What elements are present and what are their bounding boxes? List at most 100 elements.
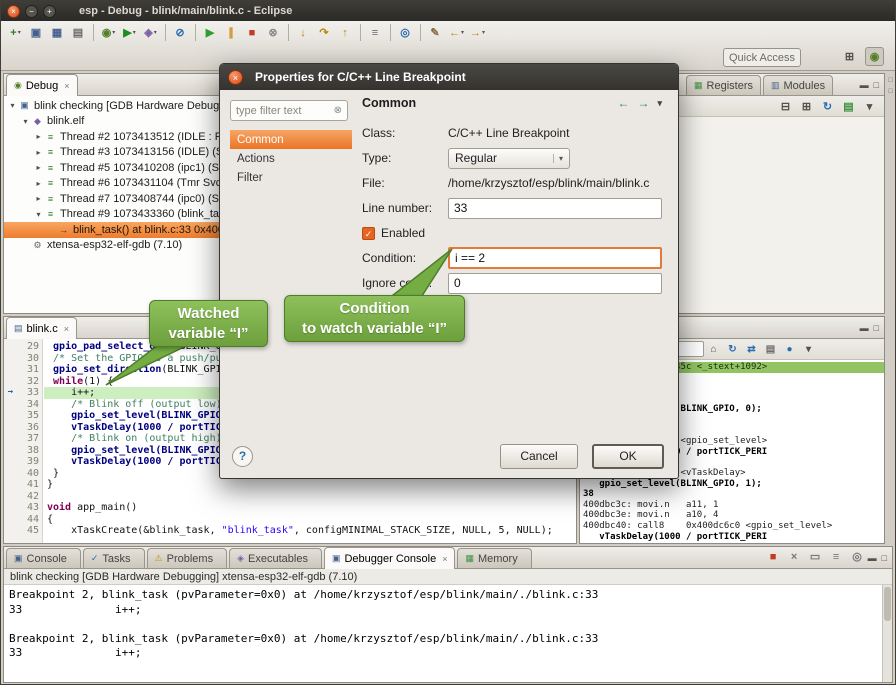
tree-expander-icon[interactable]: ▸	[33, 179, 44, 188]
refresh-icon[interactable]: ↻	[818, 97, 837, 116]
code-line[interactable]: 44{	[4, 514, 576, 526]
maximize-icon[interactable]: □	[874, 80, 879, 90]
layout-icon[interactable]: ▤	[839, 97, 858, 116]
last-edit-location-icon[interactable]: ✎	[426, 23, 445, 42]
code-line[interactable]: 41}	[4, 479, 576, 491]
cancel-button[interactable]: Cancel	[500, 444, 578, 469]
dialog-close-button[interactable]: ×	[228, 70, 243, 85]
fast-view-icon[interactable]: □	[888, 77, 892, 84]
debug-perspective-icon[interactable]: ◉	[865, 47, 884, 66]
tree-expander-icon[interactable]: ▾	[33, 210, 44, 219]
toolbar-separator[interactable]	[288, 24, 289, 41]
console-output[interactable]: Breakpoint 2, blink_task (pvParameter=0x…	[4, 585, 882, 682]
tab-executables[interactable]: ◈ Executables	[229, 548, 322, 568]
tab-debug[interactable]: ◉ Debug ×	[6, 74, 78, 96]
scroll-lock-icon[interactable]: ≡	[827, 547, 846, 566]
external-tools-icon[interactable]: ◈▾	[141, 23, 160, 42]
tab-console[interactable]: ▣ Console	[6, 548, 81, 568]
forward-icon[interactable]: →	[637, 96, 649, 110]
run-icon[interactable]: ▶▾	[120, 23, 139, 42]
maximize-icon[interactable]: □	[882, 553, 887, 563]
step-into-icon[interactable]: ↓	[294, 23, 313, 42]
maximize-icon[interactable]: □	[874, 323, 879, 333]
show-source-icon[interactable]: ▤	[762, 341, 779, 358]
save-icon[interactable]: ▣	[27, 23, 46, 42]
tab-memory[interactable]: ▦ Memory	[457, 548, 531, 568]
ok-button[interactable]: OK	[592, 444, 664, 469]
enabled-checkbox[interactable]: ✓	[362, 227, 375, 240]
print-icon[interactable]: ▤	[69, 23, 88, 42]
clear-filter-icon[interactable]: ⊗	[334, 105, 342, 116]
filter-field[interactable]: type filter text ⊗	[230, 100, 348, 121]
disconnect-icon[interactable]: ⊗	[264, 23, 283, 42]
tree-expander-icon[interactable]: ▸	[33, 132, 44, 141]
condition-input[interactable]	[448, 247, 662, 269]
dialog-titlebar[interactable]: × Properties for C/C++ Line Breakpoint	[220, 64, 678, 90]
toolbar-separator[interactable]	[195, 24, 196, 41]
toolbar-separator[interactable]	[93, 24, 94, 41]
tab-tasks[interactable]: ✓ Tasks	[83, 548, 145, 568]
terminate-icon[interactable]: ■	[243, 23, 262, 42]
help-button[interactable]: ?	[232, 446, 253, 467]
refresh-icon[interactable]: ↻	[724, 341, 741, 358]
minimize-icon[interactable]: ▬	[860, 80, 869, 90]
toolbar-separator[interactable]	[420, 24, 421, 41]
console-scrollbar[interactable]	[882, 585, 892, 682]
track-pc-icon[interactable]: ●	[781, 341, 798, 358]
tree-expander-icon[interactable]: ▾	[20, 117, 31, 126]
pin-console-icon[interactable]: ◎	[848, 547, 867, 566]
tab-registers[interactable]: ▦ Registers	[686, 75, 761, 95]
tab-debugger-console[interactable]: ▣ Debugger Console ×	[324, 547, 456, 569]
view-menu-icon[interactable]: ▾	[860, 97, 879, 116]
collapse-all-icon[interactable]: ⊟	[776, 97, 795, 116]
tree-expander-icon[interactable]: ▸	[33, 148, 44, 157]
toolbar-separator[interactable]	[390, 24, 391, 41]
fast-view-icon[interactable]: □	[888, 88, 892, 95]
clear-console-icon[interactable]: ▭	[806, 547, 825, 566]
tree-expander-icon[interactable]: ▸	[33, 194, 44, 203]
open-perspective-icon[interactable]: ⊞	[840, 47, 859, 66]
type-dropdown[interactable]: Regular ▾	[448, 148, 570, 169]
tab-close-icon[interactable]: ×	[64, 81, 69, 91]
search-icon[interactable]: ◎	[396, 23, 415, 42]
terminate-icon[interactable]: ■	[764, 547, 783, 566]
quick-access-button[interactable]: Quick Access	[723, 48, 801, 67]
code-line[interactable]: 43void app_main()	[4, 502, 576, 514]
save-all-icon[interactable]: ▦	[48, 23, 67, 42]
ignore-count-input[interactable]	[448, 273, 662, 294]
view-menu-icon[interactable]: ▾	[657, 98, 662, 109]
dialog-nav-item[interactable]: Common	[230, 130, 352, 149]
tab-close-icon[interactable]: ×	[442, 554, 447, 564]
line-number-input[interactable]	[448, 198, 662, 219]
scrollbar-thumb[interactable]	[884, 587, 891, 621]
toolbar-separator[interactable]	[165, 24, 166, 41]
home-icon[interactable]: ⌂	[705, 341, 722, 358]
dialog-nav-item[interactable]: Actions	[230, 149, 352, 168]
tab-blink-c[interactable]: ▤ blink.c ×	[6, 317, 77, 339]
debug-icon[interactable]: ◉▾	[99, 23, 118, 42]
code-line[interactable]: 45 xTaskCreate(&blink_task, "blink_task"…	[4, 525, 576, 537]
skip-all-breakpoints-icon[interactable]: ⊘	[171, 23, 190, 42]
tab-close-icon[interactable]: ×	[64, 324, 69, 334]
resume-icon[interactable]: ▶	[201, 23, 220, 42]
step-return-icon[interactable]: ↑	[336, 23, 355, 42]
tree-expander-icon[interactable]: ▸	[33, 163, 44, 172]
back-icon[interactable]: ←▾	[447, 23, 466, 42]
expand-all-icon[interactable]: ⊞	[797, 97, 816, 116]
suspend-icon[interactable]: ∥	[222, 23, 241, 42]
step-over-icon[interactable]: ↷	[315, 23, 334, 42]
minimize-icon[interactable]: ▬	[868, 553, 877, 563]
window-minimize-button[interactable]: −	[25, 5, 38, 18]
remove-launch-icon[interactable]: ×	[785, 547, 804, 566]
tree-expander-icon[interactable]: ▾	[7, 101, 18, 110]
sync-selection-icon[interactable]: ⇄	[743, 341, 760, 358]
new-wizard-icon[interactable]: +▾	[6, 23, 25, 42]
tab-problems[interactable]: ⚠ Problems	[147, 548, 228, 568]
window-maximize-button[interactable]: +	[43, 5, 56, 18]
toolbar-separator[interactable]	[360, 24, 361, 41]
tab-modules[interactable]: ▥ Modules	[763, 75, 833, 95]
window-close-button[interactable]: ×	[7, 5, 20, 18]
back-icon[interactable]: ←	[617, 96, 629, 110]
view-menu-icon[interactable]: ▾	[800, 341, 817, 358]
minimize-icon[interactable]: ▬	[860, 323, 869, 333]
